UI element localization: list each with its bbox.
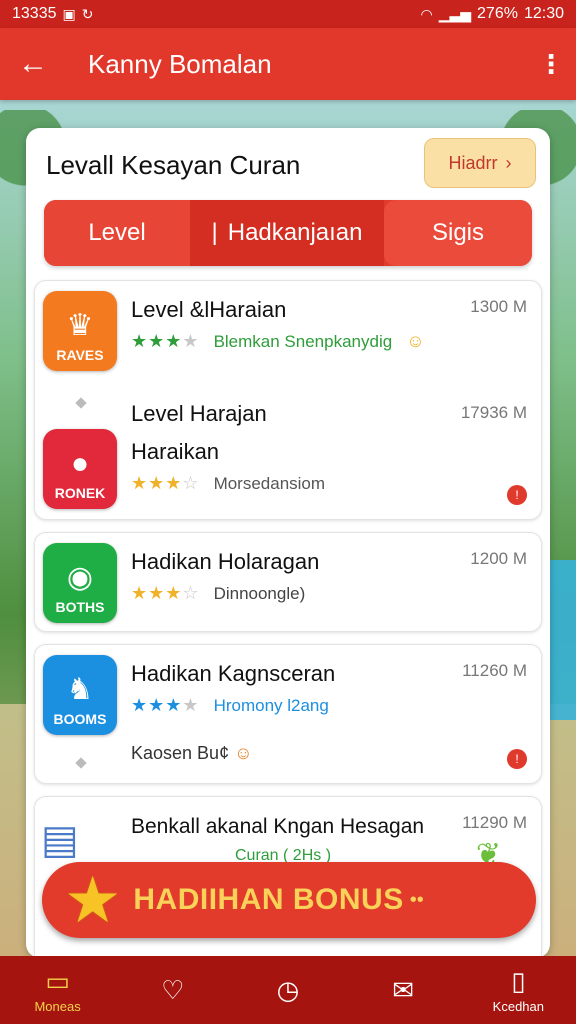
play-icon: ◷ (276, 974, 300, 1005)
document-icon: ▯ (511, 966, 526, 996)
more-options-icon[interactable]: ⋮ (538, 49, 564, 80)
basket-icon: ♛ (66, 309, 94, 342)
wifi-icon: ◠ (420, 5, 433, 22)
item-size: 1200 M (470, 549, 527, 568)
app-title: Kanny Bomalan (88, 48, 272, 79)
badge-icon[interactable]: ! (507, 749, 527, 769)
rating-text: Dinnoongle) (213, 583, 306, 603)
star-rating-icon: ★★★★ (131, 331, 200, 351)
item-title: Hadikan Kagnsceran (131, 661, 336, 686)
app-icon-label: RONEK (54, 485, 106, 501)
nav-item-kcedhan[interactable]: ▯ Kcedhan (468, 966, 568, 1014)
item-size: 11290 M (462, 813, 527, 832)
smiley-icon: ☺ (234, 743, 253, 763)
item-title: Hadikan Holaragan (131, 549, 320, 574)
rating-text: Hromony l2ang (213, 695, 329, 715)
app-icon-label: RAVES (56, 347, 104, 363)
tab-divider: | (211, 219, 218, 246)
card-heading: Levall Kesayan Curan (46, 150, 301, 180)
star-icon: ★ (64, 864, 122, 936)
battery-text: 276% (477, 5, 518, 22)
eyes-icon: ◉ (66, 561, 94, 594)
nav-item-play[interactable]: ◷ (238, 975, 338, 1006)
item-rating: ★★★☆ Morsedansiom (131, 473, 325, 494)
folder-icon: ▭ (45, 966, 70, 996)
star-rating-icon: ★★★☆ (131, 583, 200, 603)
app-icon-ronek: ● RONEK (43, 429, 117, 509)
item-rating: ★★★★ Blemkan Snenpkanydig ☺ (131, 331, 425, 352)
filter-label: Hiadrr (448, 152, 498, 173)
tab-bar: Level | Hadkanjaıan Sigis (44, 200, 532, 266)
footer-text: Kaosen Bu¢ (131, 743, 230, 763)
tab-hadkanjaian-label: Hadkanjaıan (227, 219, 363, 246)
app-icon-raves: ♛ RAVES (43, 291, 117, 371)
badge-icon[interactable]: ! (507, 485, 527, 505)
divider-diamond (75, 757, 87, 769)
list-item[interactable]: ♛ RAVES Level &lHaraian 1300 M ★★★★ Blem… (34, 280, 542, 520)
heart-icon: ♡ (161, 974, 185, 1005)
sync-icon: ↻ (81, 5, 94, 22)
rating-text: Blemkan Snenpkanydig (213, 331, 393, 351)
item-size: 17936 M (461, 403, 527, 423)
list-item[interactable]: ◉ BOTHS Hadikan Holaragan 1200 M ★★★☆ Di… (34, 532, 542, 632)
status-time-left: 13335 (12, 5, 57, 22)
fire-ball-icon: ● (70, 447, 90, 480)
signal-icon: ▁▃▅ (438, 5, 472, 22)
share-icon: ✉ (392, 974, 415, 1005)
cat-icon: ♞ (66, 673, 94, 706)
item-title: Level &lHaraian (131, 297, 287, 322)
list-item[interactable]: ♞ BOOMS Hadikan Kagnsceran 11260 M ★★★★ … (34, 644, 542, 784)
notification-icon: ▣ (62, 5, 76, 22)
item-title: Level Harajan (131, 401, 267, 426)
item-rating: ★★★☆ Dinnoongle) (131, 583, 305, 604)
cards-icon: ▤ (41, 818, 79, 862)
app-icon-booms: ♞ BOOMS (43, 655, 117, 735)
nav-item-moneas[interactable]: ▭ Moneas (8, 966, 108, 1014)
bonus-button[interactable]: ★ HADIIHAN BONUS •• (42, 862, 536, 938)
nav-label: Moneas (34, 999, 81, 1014)
app-bar: ← Kanny Bomalan ⋮ (0, 28, 576, 100)
status-bar: 13335 ▣ ↻ ◠ ▁▃▅ 276% 12:30 (0, 0, 576, 28)
back-arrow-icon[interactable]: ← (18, 47, 62, 81)
bonus-label: HADIIHAN BONUS (133, 883, 404, 916)
smiley-icon: ☺ (406, 331, 425, 351)
chevron-right-icon: › (505, 152, 512, 173)
tab-level[interactable]: Level (44, 200, 190, 266)
item-rating: ★★★★ Hromony l2ang (131, 695, 329, 716)
item-title: Benkall akanal Kngan Hesagan (131, 815, 425, 838)
main-card: Levall Kesayan Curan Hiadrr › Level | Ha… (26, 128, 550, 958)
nav-label: Kcedhan (492, 999, 544, 1014)
item-footer-text: Kaosen Bu¢ ☺ (131, 743, 252, 764)
item-title-line-2: Haraikan (131, 439, 220, 464)
star-rating-icon: ★★★☆ (131, 473, 200, 493)
item-size-text: 17936 M (460, 403, 527, 422)
nav-item-share[interactable]: ✉ (353, 975, 453, 1006)
item-size: 1300 M (470, 297, 527, 316)
status-time-right: 12:30 (523, 5, 564, 22)
star-rating-icon: ★★★★ (131, 695, 200, 715)
app-icon-label: BOTHS (55, 599, 105, 615)
app-icon-boths: ◉ BOTHS (43, 543, 117, 623)
dots-icon: •• (409, 888, 424, 911)
filter-button[interactable]: Hiadrr › (424, 138, 536, 188)
app-icon-label: BOOMS (53, 711, 107, 727)
nav-item-heart[interactable]: ♡ (123, 975, 223, 1006)
divider-diamond (75, 397, 87, 409)
rating-text: Morsedansiom (213, 473, 326, 493)
tab-hadkanjaian[interactable]: | Hadkanjaıan (190, 200, 384, 266)
tab-sigis[interactable]: Sigis (384, 200, 532, 266)
item-size: 11260 M (462, 661, 527, 680)
bottom-nav: ▭ Moneas ♡ ◷ ✉ ▯ Kcedhan (0, 956, 576, 1024)
